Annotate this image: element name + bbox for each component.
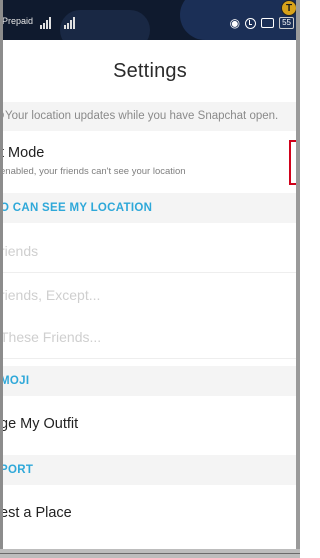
page-title: Settings [113,60,187,82]
screen-frame-right [296,0,300,558]
alarm-clock-icon [245,17,257,29]
eye-icon: ◉ [229,16,241,30]
section-label-support: PORT [0,464,34,476]
ghost-mode-title: t Mode [0,145,45,161]
option-my-friends-except[interactable]: riends, Except... [0,274,300,317]
suggest-place-row[interactable]: est a Place [0,485,300,543]
option-my-friends[interactable]: riends [0,230,300,273]
section-label-bitmoji: MOJI [0,375,30,387]
signal-icon [40,17,51,29]
status-bar: Prepaid ◉ 55 T [0,0,300,40]
change-outfit-row[interactable]: ge My Outfit [0,396,300,454]
option-label: These Friends... [0,329,102,345]
ghost-mode-row[interactable]: t Mode enabled, your friends can't see y… [0,131,300,187]
option-only-these-friends[interactable]: These Friends... [0,316,300,359]
section-who-can-see: O CAN SEE MY LOCATION [0,193,300,223]
battery-icon: 55 [279,17,294,29]
section-label-who-can-see: O CAN SEE MY LOCATION [0,202,153,214]
info-text: Your location updates while you have Sna… [5,110,279,122]
screen-cast-icon [261,18,275,28]
change-outfit-label: ge My Outfit [0,416,79,432]
screen-frame-left [0,0,3,558]
ghost-mode-subtitle: enabled, your friends can't see your loc… [0,166,186,177]
signal-icon-2 [64,17,75,29]
option-label: riends, Except... [0,287,101,303]
carrier-label: Prepaid [2,16,34,26]
screen-frame-bottom-line [0,553,300,554]
option-label: riends [0,243,39,259]
notification-badge: T [281,0,297,16]
suggest-place-label: est a Place [0,505,72,521]
section-bitmoji: MOJI [0,366,300,396]
info-banner: Your location updates while you have Sna… [0,102,300,131]
status-icons: ◉ 55 [230,17,294,29]
settings-header: Settings [0,40,300,102]
section-support: PORT [0,455,300,485]
